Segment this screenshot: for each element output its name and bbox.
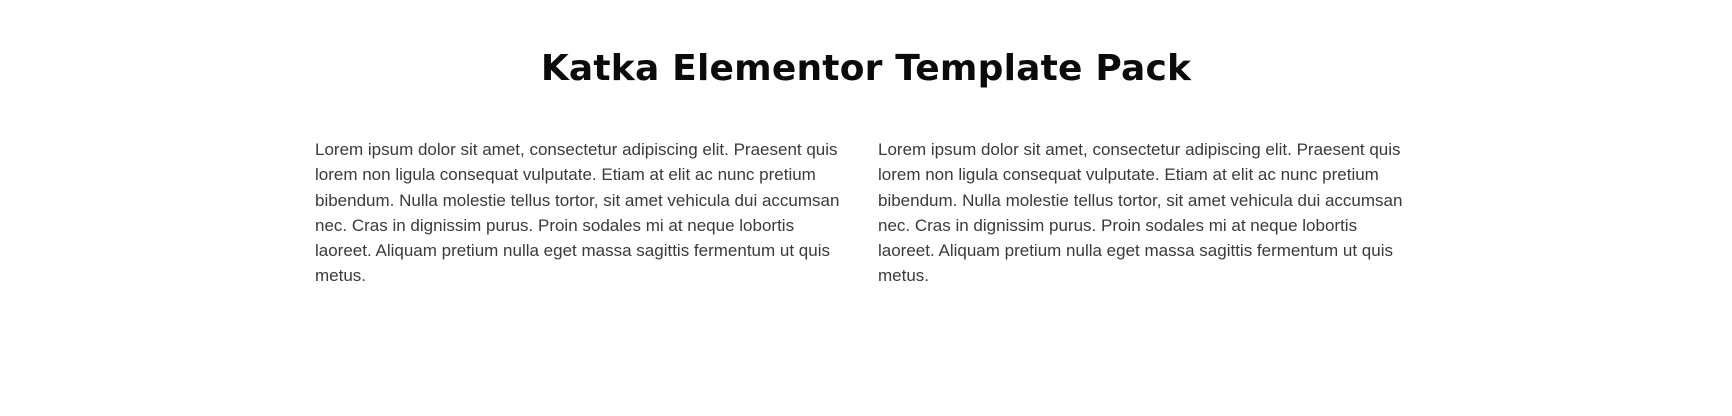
text-column-right: Lorem ipsum dolor sit amet, consectetur … [878, 140, 1403, 286]
text-column-left: Lorem ipsum dolor sit amet, consectetur … [315, 140, 840, 286]
page-title: Katka Elementor Template Pack [540, 48, 1192, 89]
text-columns: Lorem ipsum dolor sit amet, consectetur … [315, 137, 1415, 289]
